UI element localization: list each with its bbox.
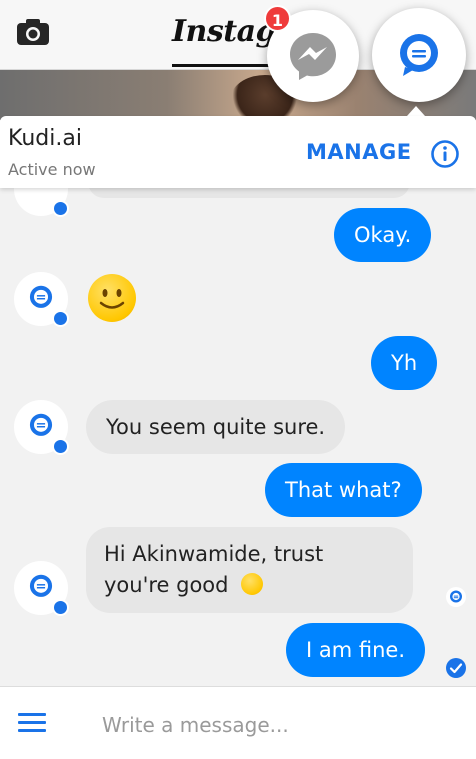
smiley-emoji[interactable] [88, 274, 136, 322]
message-incoming[interactable]: You seem quite sure. [86, 400, 346, 454]
kudi-bot-icon [29, 574, 53, 597]
smiley-emoji [241, 573, 264, 595]
camera-icon[interactable] [16, 18, 50, 46]
messenger-mini-icon [52, 200, 69, 217]
messenger-mini-icon [52, 438, 69, 455]
message-outgoing[interactable]: Okay. [334, 208, 432, 262]
seen-indicator-icon [446, 587, 466, 607]
delivered-check-icon [446, 658, 466, 678]
message-incoming[interactable]: Hi Akinwamide, trust you're good [86, 527, 413, 613]
contact-status: Active now [8, 160, 96, 179]
info-icon[interactable] [430, 139, 460, 169]
kudi-bot-icon [400, 34, 438, 76]
chat-head-pointer [407, 106, 425, 116]
bot-avatar [14, 561, 69, 616]
message-composer [0, 686, 476, 759]
manage-button[interactable]: MANAGE [306, 140, 412, 164]
previous-message-bubble [88, 188, 410, 198]
message-line-text: you're good [104, 573, 229, 597]
message-line: you're good [104, 570, 395, 601]
message-list[interactable]: Okay. Yh You seem quite sure. That what? [0, 188, 476, 686]
bot-avatar [14, 272, 69, 327]
kudi-bot-icon [29, 413, 53, 436]
messenger-mini-icon [52, 310, 69, 327]
kudi-bot-icon [29, 285, 53, 308]
message-line: Hi Akinwamide, trust [104, 542, 324, 566]
messenger-mini-icon [52, 599, 69, 616]
unread-badge: 1 [264, 5, 291, 32]
contact-name[interactable]: Kudi.ai [8, 126, 82, 151]
bot-avatar [14, 188, 69, 217]
kudi-chat-head[interactable] [372, 8, 466, 102]
messenger-icon [290, 33, 336, 80]
chat-header: Kudi.ai Active now MANAGE [0, 116, 476, 188]
message-outgoing[interactable]: Yh [371, 336, 438, 390]
smile-icon [99, 289, 125, 309]
menu-icon[interactable] [18, 713, 46, 733]
message-outgoing[interactable]: That what? [265, 463, 422, 517]
bot-avatar [14, 400, 69, 455]
message-outgoing[interactable]: I am fine. [286, 623, 426, 677]
message-input[interactable] [102, 707, 442, 743]
